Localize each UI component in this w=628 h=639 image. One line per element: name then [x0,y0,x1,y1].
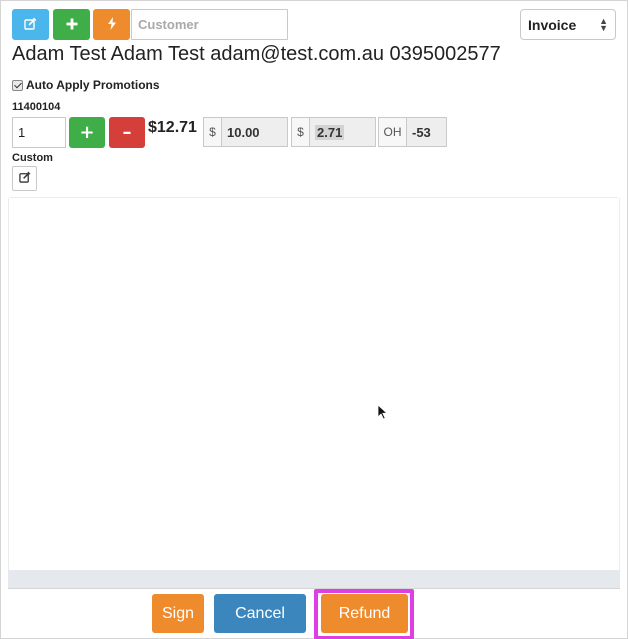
quick-action-button[interactable] [93,9,130,40]
tax-value: 2.71 [315,124,345,140]
customer-details: Adam Test Adam Test adam@test.com.au 039… [12,43,501,65]
auto-apply-promotions[interactable]: Auto Apply Promotions [12,78,160,92]
refund-button[interactable]: Refund [321,594,408,633]
select-arrows-icon: ▲ ▼ [599,15,608,33]
tax-currency: $ [292,118,310,146]
line-items-area [8,198,620,570]
decrease-quantity-button[interactable]: – [109,117,145,148]
minus-icon: – [122,122,132,143]
totals-band [8,570,620,588]
on-hand-field: OH -53 [378,117,447,147]
customer-search-input[interactable] [131,9,288,40]
document-type-select[interactable]: Invoice ▲ ▼ [520,9,616,40]
quantity-input[interactable] [12,117,66,148]
sale-panel: Invoice ▲▼ Adam Test Adam Test adam@test… [0,0,628,639]
cancel-button[interactable]: Cancel [214,594,306,633]
item-sku: 11400104 [12,101,61,113]
document-type-value: Invoice [528,16,577,33]
tax-value-wrapper[interactable]: 2.71 [310,118,375,146]
custom-edit-button[interactable] [12,166,37,191]
on-hand-value: -53 [407,118,446,146]
plus-icon: + [79,122,95,143]
edit-sale-button[interactable] [12,9,49,40]
on-hand-label: OH [379,118,407,146]
sign-button[interactable]: Sign [152,594,204,633]
increase-quantity-button[interactable]: + [69,117,105,148]
unit-price-field[interactable]: $ 10.00 [203,117,288,147]
line-total: $12.71 [148,119,197,136]
plus-icon [66,15,78,34]
edit-icon [18,170,31,188]
top-toolbar: Invoice ▲▼ [12,9,616,40]
edit-icon [24,15,37,34]
add-item-button[interactable] [53,9,90,40]
tax-field[interactable]: $ 2.71 [291,117,376,147]
mouse-pointer-icon [377,404,389,425]
auto-apply-promotions-checkbox[interactable] [12,79,23,91]
custom-label: Custom [12,152,53,164]
lightning-icon [107,15,117,34]
unit-price-currency: $ [204,118,222,146]
unit-price-value[interactable]: 10.00 [222,118,287,146]
auto-apply-promotions-label: Auto Apply Promotions [26,78,160,92]
